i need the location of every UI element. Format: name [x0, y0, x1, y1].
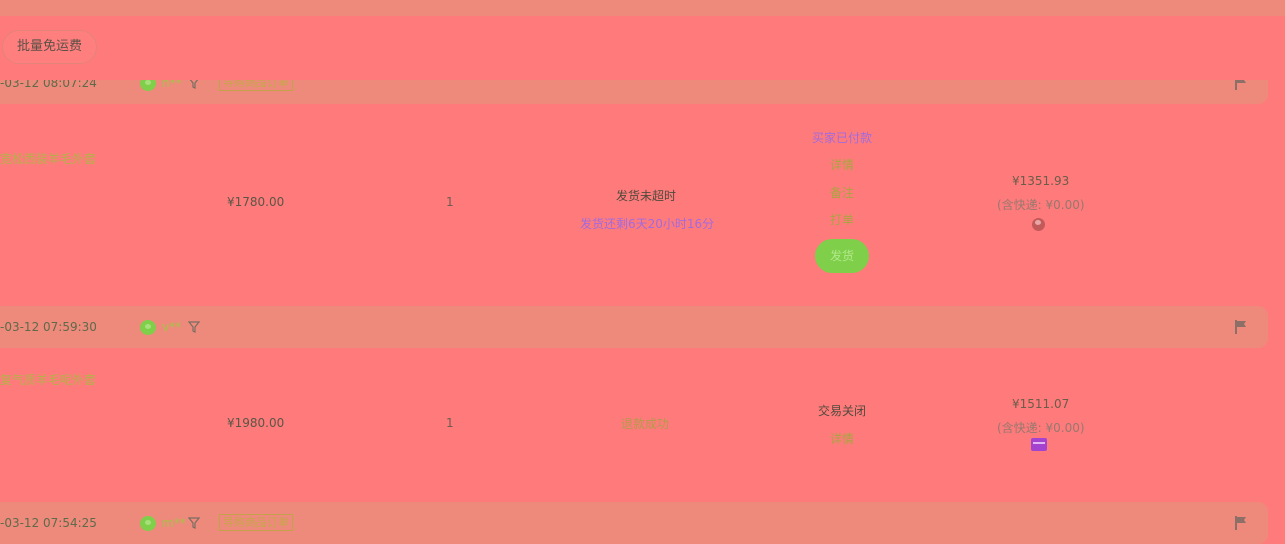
details-link[interactable]: 详情	[830, 156, 854, 173]
order-time: -03-12 07:54:25	[0, 516, 97, 530]
order-total: ¥1351.93	[1012, 174, 1070, 188]
ship-status: 发货未超时	[616, 189, 677, 203]
order-header: -03-12 07:59:30 v**	[0, 306, 1268, 348]
wallet-icon	[1032, 218, 1045, 231]
buyer-name[interactable]: m**	[162, 516, 186, 530]
shipping-fee: (含快递: ¥0.00)	[997, 421, 1085, 435]
unit-price: ¥1780.00	[227, 195, 285, 209]
order-header: -03-12 07:54:25 m** 导购商品订单	[0, 502, 1268, 544]
wechat-icon	[140, 320, 156, 335]
product-title[interactable]: 宽松西装羊毛外套	[0, 150, 96, 167]
buyer-name[interactable]: v**	[162, 320, 181, 334]
refund-status: 退款成功	[621, 417, 670, 431]
top-strip	[0, 0, 1285, 16]
trade-status: 交易关闭	[818, 404, 867, 418]
filter-icon[interactable]	[188, 321, 200, 333]
toolbar: 批量免运费	[0, 16, 1285, 80]
shipping-fee: (含快递: ¥0.00)	[997, 198, 1085, 212]
product-title[interactable]: 复气质羊毛呢外套	[0, 371, 96, 388]
order-tag: 导购商品订单	[219, 514, 293, 531]
flag-icon[interactable]	[1234, 515, 1248, 531]
ship-countdown: 发货还剩6天20小时16分	[580, 217, 715, 231]
print-order-link[interactable]: 打单	[830, 211, 854, 228]
trade-status: 买家已付款	[812, 131, 873, 145]
unit-price: ¥1980.00	[227, 416, 285, 430]
batch-free-shipping-button[interactable]: 批量免运费	[2, 30, 98, 64]
quantity: 1	[446, 416, 454, 430]
remark-link[interactable]: 备注	[830, 184, 854, 201]
order-total: ¥1511.07	[1012, 397, 1070, 411]
quantity: 1	[446, 195, 454, 209]
card-icon	[1031, 438, 1047, 451]
order-time: -03-12 07:59:30	[0, 320, 97, 334]
ship-button[interactable]: 发货	[815, 239, 869, 273]
details-link[interactable]: 详情	[830, 430, 854, 447]
filter-icon[interactable]	[188, 517, 200, 529]
wechat-icon	[140, 516, 156, 531]
flag-icon[interactable]	[1234, 319, 1248, 335]
